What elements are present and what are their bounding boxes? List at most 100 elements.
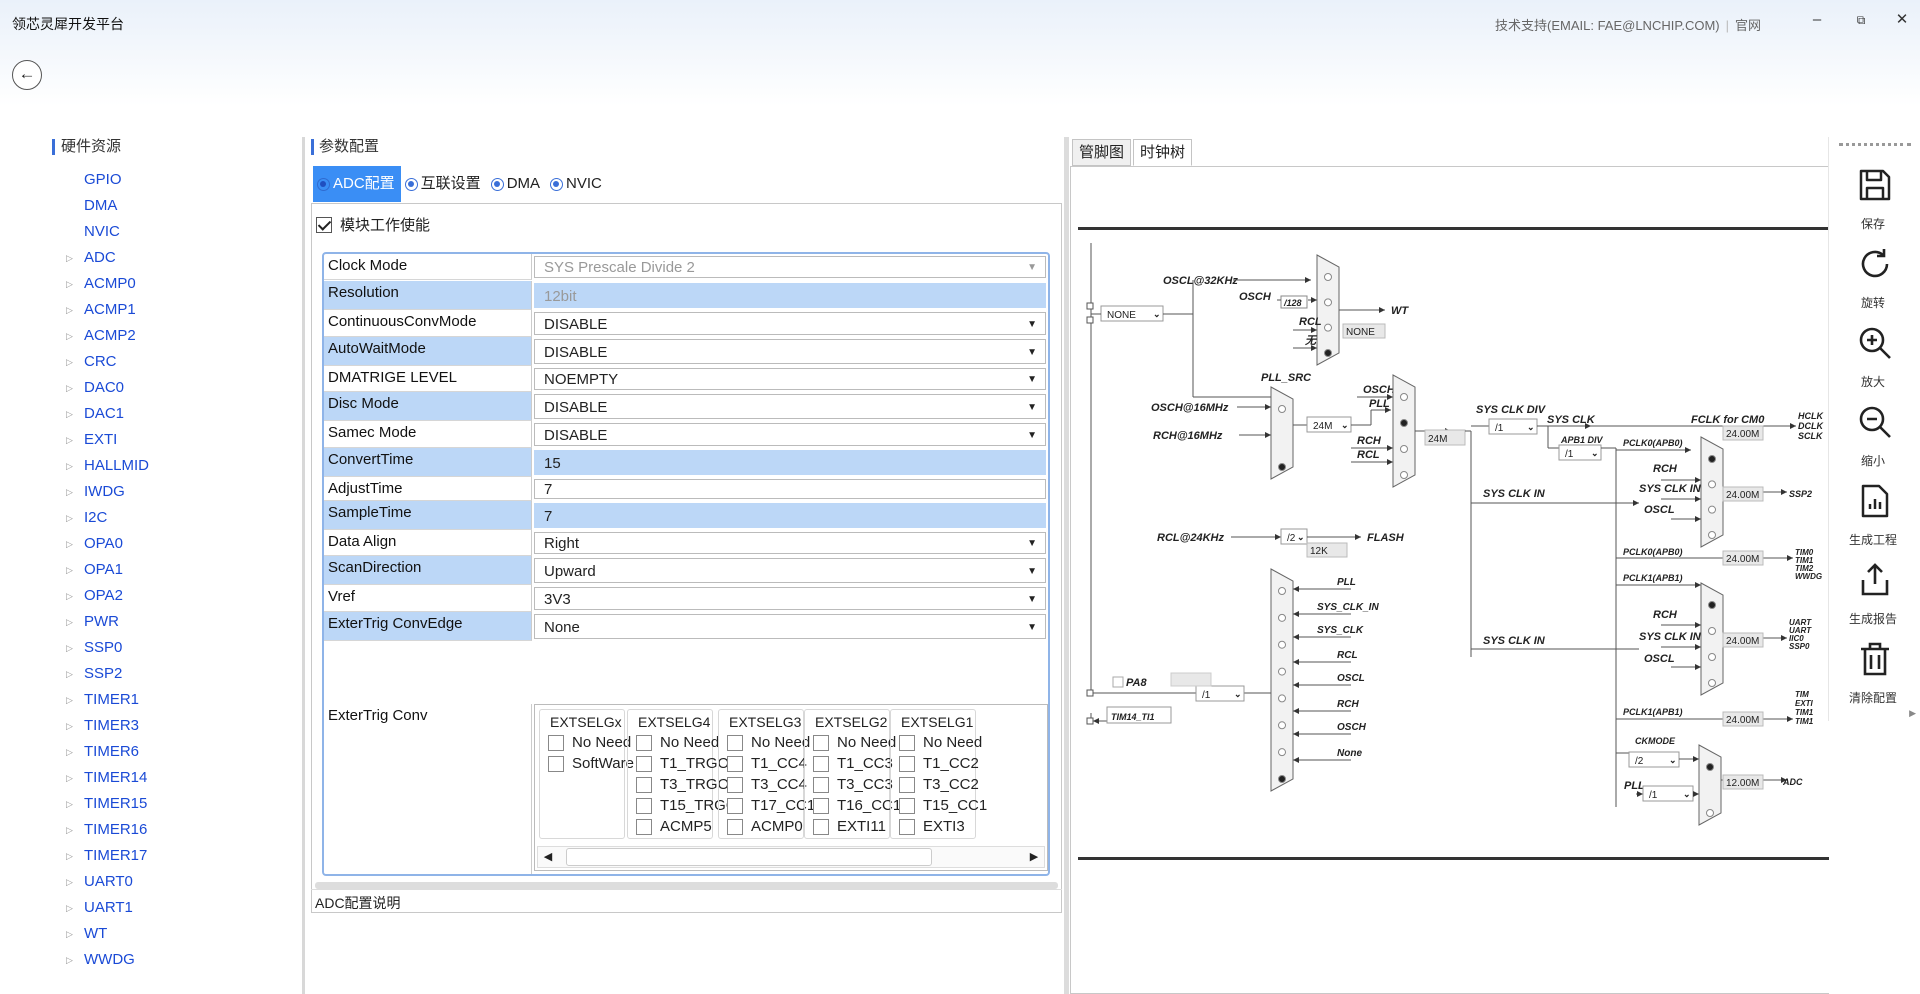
grid-horizontal-scrollbar[interactable] bbox=[315, 882, 1058, 889]
exttrig-option[interactable]: No Need bbox=[548, 732, 631, 753]
param-value-field[interactable]: 7 bbox=[534, 479, 1046, 499]
tab-dma[interactable]: DMA bbox=[487, 166, 546, 202]
exttrig-option[interactable]: No Need bbox=[813, 732, 896, 753]
exttrig-option[interactable]: T15_CC1 bbox=[899, 795, 987, 816]
dropdown-arrow-icon[interactable]: ▼ bbox=[1027, 257, 1037, 279]
exttrig-option[interactable]: ACMP5 bbox=[636, 816, 712, 837]
exttrig-option[interactable]: No Need bbox=[727, 732, 810, 753]
save-button[interactable]: 保存 bbox=[1829, 167, 1920, 239]
expand-arrow-icon[interactable]: ▷ bbox=[66, 739, 73, 765]
generate-project-button[interactable]: 生成工程 bbox=[1829, 483, 1920, 555]
scroll-left-icon[interactable]: ◀ bbox=[538, 847, 558, 867]
option-checkbox[interactable] bbox=[636, 734, 652, 751]
option-checkbox[interactable] bbox=[899, 734, 915, 751]
param-value-field[interactable]: 15 bbox=[534, 450, 1046, 475]
dropdown-arrow-icon[interactable]: ▼ bbox=[1027, 615, 1037, 640]
param-dropdown[interactable]: Upward ▼ bbox=[534, 558, 1046, 583]
expand-arrow-icon[interactable]: ▷ bbox=[66, 661, 73, 687]
minimize-button[interactable]: – bbox=[1802, 8, 1832, 32]
tab-interconnect[interactable]: 互联设置 bbox=[401, 166, 487, 202]
module-enable-checkbox[interactable] bbox=[316, 216, 332, 233]
exttrig-option[interactable]: EXTI11 bbox=[813, 816, 886, 837]
option-checkbox[interactable] bbox=[813, 776, 829, 793]
option-checkbox[interactable] bbox=[899, 797, 915, 814]
module-enable-row[interactable]: 模块工作使能 bbox=[316, 214, 430, 235]
expand-arrow-icon[interactable]: ▷ bbox=[66, 869, 73, 895]
exttrig-option[interactable]: T3_TRGO bbox=[636, 774, 729, 795]
option-checkbox[interactable] bbox=[548, 734, 564, 751]
expand-arrow-icon[interactable]: ▷ bbox=[66, 947, 73, 973]
expand-arrow-icon[interactable]: ▷ bbox=[66, 713, 73, 739]
dropdown-arrow-icon[interactable]: ▼ bbox=[1027, 588, 1037, 611]
expand-arrow-icon[interactable]: ▷ bbox=[66, 375, 73, 401]
exttrig-horizontal-scrollbar[interactable]: ◀ ▶ bbox=[537, 846, 1045, 868]
expand-arrow-icon[interactable]: ▷ bbox=[66, 297, 73, 323]
param-dropdown[interactable]: DISABLE ▼ bbox=[534, 339, 1046, 364]
exttrig-option[interactable]: T17_CC1 bbox=[727, 795, 815, 816]
param-dropdown[interactable]: 3V3 ▼ bbox=[534, 587, 1046, 610]
option-checkbox[interactable] bbox=[813, 818, 829, 835]
exttrig-option[interactable]: EXTI3 bbox=[899, 816, 965, 837]
exttrig-option[interactable]: T16_CC1 bbox=[813, 795, 901, 816]
scroll-thumb[interactable] bbox=[566, 848, 932, 866]
option-checkbox[interactable] bbox=[813, 755, 829, 772]
option-checkbox[interactable] bbox=[727, 776, 743, 793]
option-checkbox[interactable] bbox=[813, 734, 829, 751]
param-dropdown[interactable]: Right ▼ bbox=[534, 532, 1046, 554]
option-checkbox[interactable] bbox=[636, 755, 652, 772]
dropdown-arrow-icon[interactable]: ▼ bbox=[1027, 369, 1037, 391]
option-checkbox[interactable] bbox=[548, 755, 564, 772]
option-checkbox[interactable] bbox=[727, 734, 743, 751]
scroll-right-icon[interactable]: ▶ bbox=[1024, 847, 1044, 867]
dropdown-arrow-icon[interactable]: ▼ bbox=[1027, 313, 1037, 336]
param-dropdown[interactable]: DISABLE ▼ bbox=[534, 394, 1046, 419]
expand-arrow-icon[interactable]: ▷ bbox=[66, 583, 73, 609]
zoom-in-button[interactable]: 放大 bbox=[1829, 325, 1920, 397]
dropdown-arrow-icon[interactable]: ▼ bbox=[1027, 559, 1037, 584]
exttrig-option[interactable]: T1_CC2 bbox=[899, 753, 979, 774]
expand-arrow-icon[interactable]: ▷ bbox=[66, 427, 73, 453]
expand-arrow-icon[interactable]: ▷ bbox=[66, 609, 73, 635]
expand-arrow-icon[interactable]: ▷ bbox=[66, 895, 73, 921]
option-checkbox[interactable] bbox=[636, 776, 652, 793]
expand-arrow-icon[interactable]: ▷ bbox=[66, 245, 73, 271]
back-arrow-icon[interactable]: ← bbox=[12, 60, 42, 90]
expand-arrow-icon[interactable]: ▷ bbox=[66, 817, 73, 843]
expand-arrow-icon[interactable]: ▷ bbox=[66, 401, 73, 427]
exttrig-option[interactable]: T1_CC4 bbox=[727, 753, 807, 774]
expand-arrow-icon[interactable]: ▷ bbox=[66, 349, 73, 375]
restore-button[interactable]: ⧉ bbox=[1846, 8, 1876, 32]
website-link[interactable]: 官网 bbox=[1735, 18, 1761, 33]
expand-arrow-icon[interactable]: ▷ bbox=[66, 453, 73, 479]
dropdown-arrow-icon[interactable]: ▼ bbox=[1027, 395, 1037, 420]
expand-arrow-icon[interactable]: ▷ bbox=[66, 323, 73, 349]
exttrig-option[interactable]: No Need bbox=[636, 732, 719, 753]
option-checkbox[interactable] bbox=[727, 818, 743, 835]
option-checkbox[interactable] bbox=[899, 818, 915, 835]
splitter-left[interactable] bbox=[302, 137, 305, 994]
tab-adc-config[interactable]: ADC配置 bbox=[313, 166, 401, 202]
exttrig-option[interactable]: T3_CC3 bbox=[813, 774, 893, 795]
zoom-out-button[interactable]: 缩小 bbox=[1829, 404, 1920, 476]
tab-pin-diagram[interactable]: 管脚图 bbox=[1072, 139, 1132, 166]
expand-arrow-icon[interactable]: ▷ bbox=[66, 479, 73, 505]
expand-arrow-icon[interactable]: ▷ bbox=[66, 271, 73, 297]
option-checkbox[interactable] bbox=[636, 818, 652, 835]
expand-arrow-icon[interactable]: ▷ bbox=[66, 921, 73, 947]
param-dropdown[interactable]: DISABLE ▼ bbox=[534, 312, 1046, 335]
dropdown-arrow-icon[interactable]: ▼ bbox=[1027, 340, 1037, 365]
expand-arrow-icon[interactable]: ▷ bbox=[66, 843, 73, 869]
toolbar-grip[interactable] bbox=[1839, 143, 1911, 147]
expand-arrow-icon[interactable]: ▷ bbox=[66, 557, 73, 583]
exttrig-option[interactable]: ACMP0 bbox=[727, 816, 803, 837]
option-checkbox[interactable] bbox=[727, 755, 743, 772]
exttrig-option[interactable]: T3_CC4 bbox=[727, 774, 807, 795]
exttrig-option[interactable]: T3_CC2 bbox=[899, 774, 979, 795]
rotate-button[interactable]: 旋转 bbox=[1829, 246, 1920, 318]
close-button[interactable]: ✕ bbox=[1887, 8, 1917, 32]
dropdown-arrow-icon[interactable]: ▼ bbox=[1027, 533, 1037, 555]
exttrig-option[interactable]: SoftWare bbox=[548, 753, 634, 774]
export-report-button[interactable]: 生成报告 bbox=[1829, 562, 1920, 634]
option-checkbox[interactable] bbox=[636, 797, 652, 814]
exttrig-option[interactable]: No Need bbox=[899, 732, 982, 753]
